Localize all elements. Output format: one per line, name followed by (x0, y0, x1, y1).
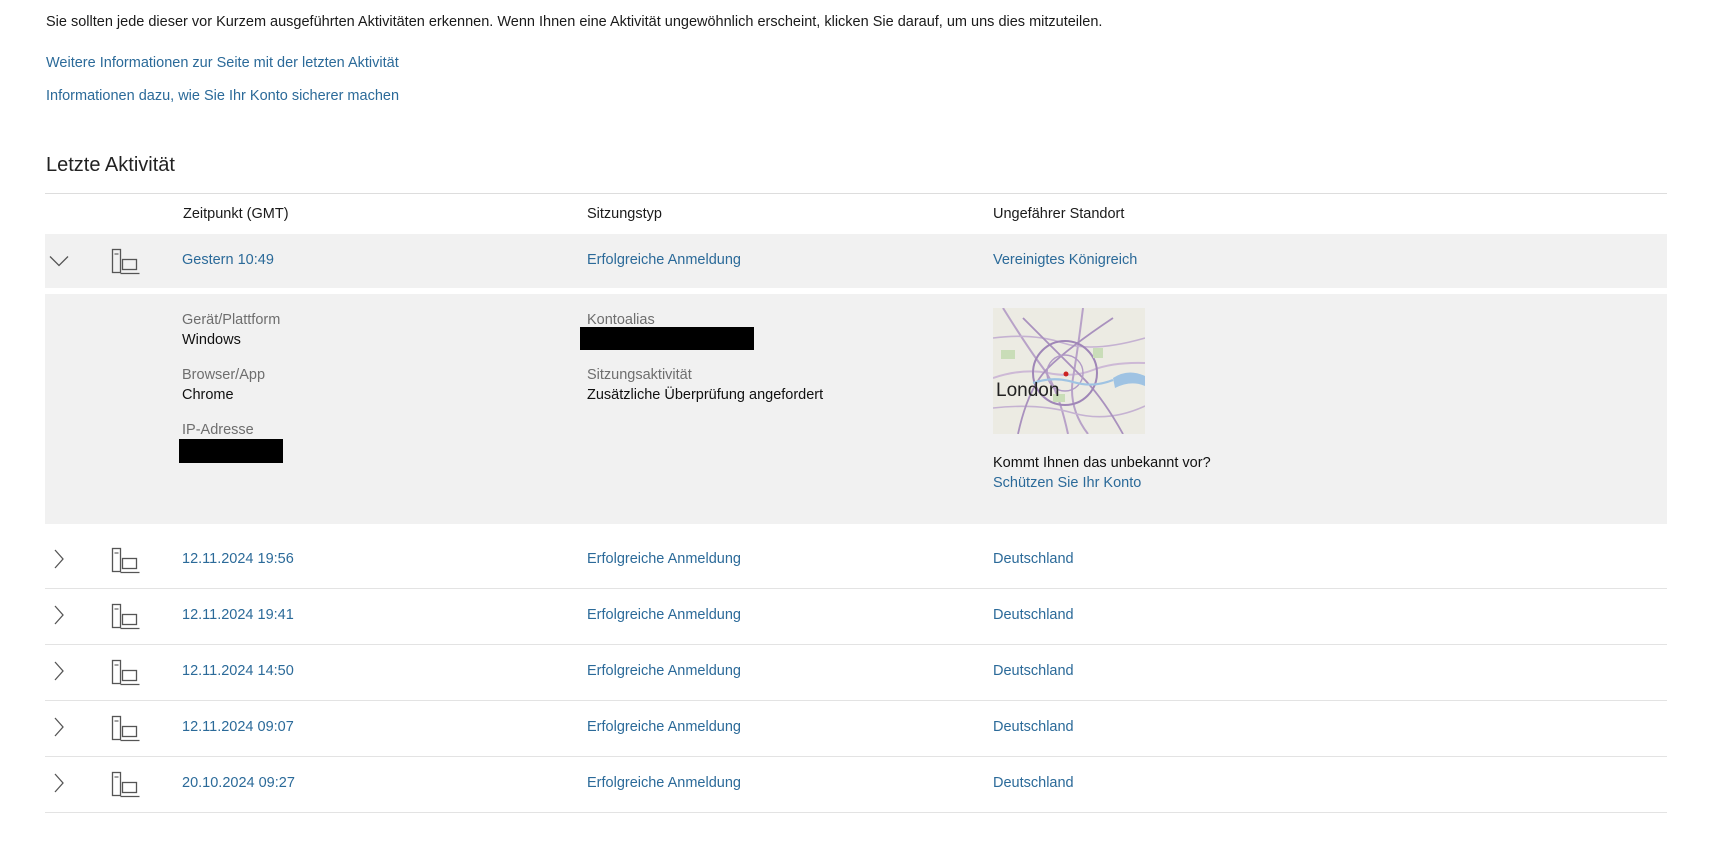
row-session-type[interactable]: Erfolgreiche Anmeldung (587, 607, 741, 623)
desktop-computer-icon (111, 248, 140, 275)
map-graphic (993, 308, 1145, 434)
row-time[interactable]: 12.11.2024 19:56 (182, 551, 294, 567)
browser-value: Chrome (182, 387, 234, 403)
row-location[interactable]: Deutschland (993, 775, 1074, 791)
row-session-type[interactable]: Erfolgreiche Anmeldung (587, 551, 741, 567)
location-map[interactable]: London (993, 308, 1145, 434)
table-row[interactable]: 12.11.2024 19:56 Erfolgreiche Anmeldung … (45, 533, 1667, 589)
device-label: Gerät/Plattform (182, 312, 281, 328)
header-location: Ungefährer Standort (993, 206, 1125, 222)
activity-value: Zusätzliche Überprüfung angefordert (587, 387, 824, 403)
row-location[interactable]: Deutschland (993, 719, 1074, 735)
table-row[interactable]: 12.11.2024 19:41 Erfolgreiche Anmeldung … (45, 589, 1667, 645)
chevron-right-icon[interactable] (45, 645, 75, 700)
row-session-type[interactable]: Erfolgreiche Anmeldung (587, 663, 741, 679)
row-time[interactable]: 12.11.2024 19:41 (182, 607, 294, 623)
row-time[interactable]: 12.11.2024 09:07 (182, 719, 294, 735)
recent-activity-page: Sie sollten jede dieser vor Kurzem ausge… (0, 0, 1722, 856)
chevron-right-icon[interactable] (45, 757, 75, 812)
protect-account-link[interactable]: Schützen Sie Ihr Konto (993, 475, 1141, 491)
table-row[interactable]: 12.11.2024 14:50 Erfolgreiche Anmeldung … (45, 645, 1667, 701)
row-location[interactable]: Deutschland (993, 607, 1074, 623)
recent-activity-info-link[interactable]: Weitere Informationen zur Seite mit der … (46, 55, 399, 71)
row-time[interactable]: 20.10.2024 09:27 (182, 775, 295, 791)
intro-text: Sie sollten jede dieser vor Kurzem ausge… (46, 14, 1103, 30)
secure-account-info-link[interactable]: Informationen dazu, wie Sie Ihr Konto si… (46, 88, 399, 104)
section-title: Letzte Aktivität (46, 154, 175, 176)
desktop-computer-icon (111, 715, 140, 742)
unknown-question: Kommt Ihnen das unbekannt vor? (993, 455, 1211, 471)
browser-label: Browser/App (182, 367, 266, 383)
desktop-computer-icon (111, 547, 140, 574)
chevron-right-icon[interactable] (45, 701, 75, 756)
row-location[interactable]: Deutschland (993, 551, 1074, 567)
activity-label: Sitzungsaktivität (587, 367, 692, 383)
device-value: Windows (182, 332, 241, 348)
row-session-type[interactable]: Erfolgreiche Anmeldung (587, 719, 741, 735)
row-session-type[interactable]: Erfolgreiche Anmeldung (587, 775, 741, 791)
chevron-right-icon[interactable] (45, 589, 75, 644)
desktop-computer-icon (111, 659, 140, 686)
row-details-panel: Gerät/Plattform Windows Browser/App Chro… (45, 294, 1667, 524)
row-location[interactable]: Vereinigtes Königreich (993, 252, 1137, 268)
chevron-down-icon[interactable] (45, 234, 75, 289)
row-time[interactable]: Gestern 10:49 (182, 252, 274, 268)
table-row[interactable]: 20.10.2024 09:27 Erfolgreiche Anmeldung … (45, 757, 1667, 813)
table-row[interactable]: Gestern 10:49 Erfolgreiche Anmeldung Ver… (45, 234, 1667, 288)
table-row[interactable]: 12.11.2024 09:07 Erfolgreiche Anmeldung … (45, 701, 1667, 757)
redacted-ip (179, 439, 283, 463)
ip-label: IP-Adresse (182, 422, 254, 438)
row-time[interactable]: 12.11.2024 14:50 (182, 663, 294, 679)
alias-label: Kontoalias (587, 312, 655, 328)
redacted-alias (580, 327, 754, 350)
chevron-right-icon[interactable] (45, 533, 75, 588)
row-location[interactable]: Deutschland (993, 663, 1074, 679)
header-session-type: Sitzungstyp (587, 206, 662, 222)
table-header: Zeitpunkt (GMT) Sitzungstyp Ungefährer S… (45, 194, 1667, 234)
row-session-type[interactable]: Erfolgreiche Anmeldung (587, 252, 741, 268)
map-city-label: London (996, 380, 1060, 401)
header-time: Zeitpunkt (GMT) (183, 206, 289, 222)
desktop-computer-icon (111, 603, 140, 630)
desktop-computer-icon (111, 771, 140, 798)
